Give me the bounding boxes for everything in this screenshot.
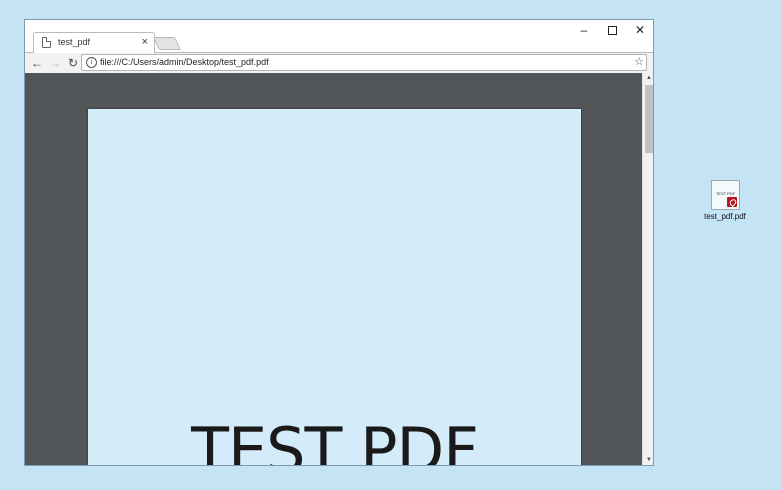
address-bar[interactable]: i file:///C:/Users/admin/Desktop/test_pd…	[81, 54, 647, 71]
scroll-up-arrow-icon[interactable]: ▲	[643, 73, 653, 83]
info-icon[interactable]: i	[86, 57, 97, 68]
reload-button[interactable]: ↻	[65, 54, 81, 72]
browser-tab[interactable]: test_pdf ×	[33, 32, 155, 53]
pdf-viewer[interactable]: TEST PDF	[25, 73, 642, 465]
forward-button[interactable]: →	[47, 54, 63, 72]
desktop-file-label[interactable]: test_pdf.pdf	[700, 212, 750, 221]
title-bar[interactable]: test_pdf × – ✕	[25, 20, 653, 53]
maximize-button[interactable]	[598, 20, 626, 42]
browser-toolbar: ← → ↻ i file:///C:/Users/admin/Desktop/t…	[25, 52, 653, 75]
url-text[interactable]: file:///C:/Users/admin/Desktop/test_pdf.…	[100, 57, 269, 67]
new-tab-button[interactable]	[152, 37, 182, 50]
vertical-scrollbar[interactable]: ▲ ▼	[642, 73, 653, 465]
scroll-thumb[interactable]	[645, 85, 653, 153]
document-icon	[42, 37, 51, 48]
minimize-button[interactable]: –	[570, 20, 598, 42]
thumbnail-text: TEST PDF	[715, 191, 736, 196]
tab-title: test_pdf	[58, 37, 91, 47]
tab-close-button[interactable]: ×	[142, 35, 148, 49]
bookmark-star-icon[interactable]: ☆	[634, 55, 644, 69]
pdf-page-text: TEST PDF	[191, 414, 479, 465]
acrobat-icon	[727, 197, 737, 207]
close-button[interactable]: ✕	[626, 20, 653, 42]
scroll-down-arrow-icon[interactable]: ▼	[643, 455, 653, 465]
maximize-icon	[607, 26, 617, 35]
desktop-file-icon[interactable]: TEST PDF test_pdf.pdf	[700, 178, 750, 226]
pdf-page: TEST PDF	[88, 109, 581, 465]
pdf-thumbnail-icon: TEST PDF	[711, 180, 740, 210]
back-button[interactable]: ←	[29, 54, 45, 72]
browser-window: test_pdf × – ✕ ← → ↻ i file:///C:/Users/…	[24, 19, 654, 466]
